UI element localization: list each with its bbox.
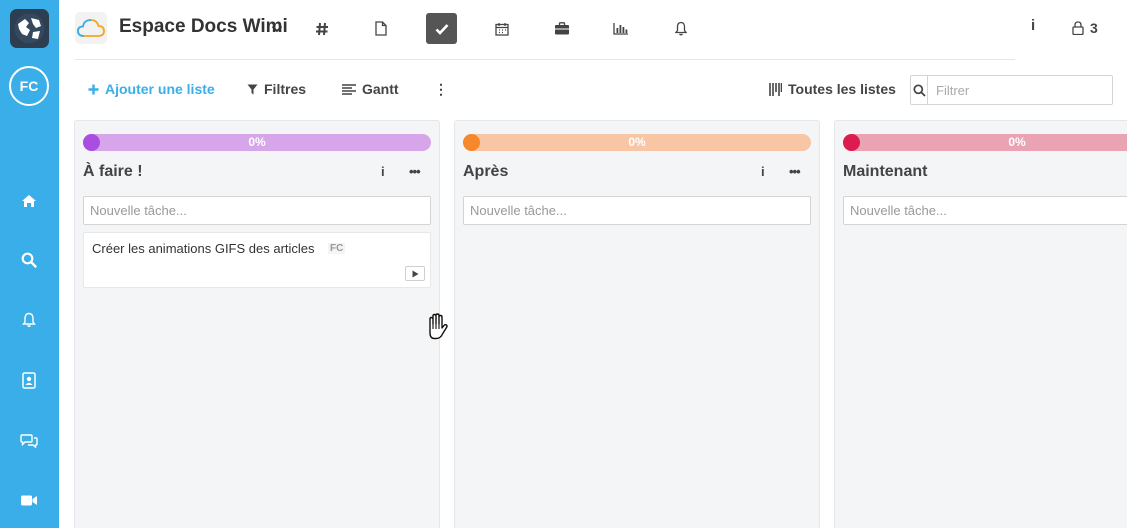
tab-stats[interactable] <box>605 13 636 44</box>
add-list-label: Ajouter une liste <box>105 81 215 97</box>
progress-bar: 0% <box>463 134 811 151</box>
chevron-down-icon[interactable] <box>271 20 283 38</box>
chat-icon[interactable] <box>18 429 40 451</box>
contacts-icon[interactable] <box>18 369 40 391</box>
briefcase-icon <box>554 22 569 35</box>
tab-briefcase[interactable] <box>546 13 577 44</box>
funnel-icon <box>247 84 258 94</box>
list-title[interactable]: À faire ! <box>83 163 143 181</box>
search-icon <box>912 83 926 97</box>
progress-bar: 0% <box>843 134 1127 151</box>
bell-icon[interactable] <box>18 309 40 331</box>
top-header: Espace Docs Wimi i 3 <box>59 0 1127 60</box>
search-icon[interactable] <box>18 249 40 271</box>
hash-icon <box>315 22 328 35</box>
task-assignee: FC <box>328 243 346 254</box>
filters-label: Filtres <box>264 81 307 97</box>
tab-calendar[interactable] <box>486 13 517 44</box>
search-button[interactable] <box>911 76 928 104</box>
gantt-icon <box>342 83 356 95</box>
new-task-input[interactable] <box>843 196 1127 225</box>
list-column-todo: 0% À faire ! i ••• Créer les animations … <box>74 120 440 528</box>
more-options-button[interactable]: ⋮ <box>434 81 448 98</box>
progress-label: 0% <box>628 135 646 149</box>
list-column-after: 0% Après i ••• <box>454 120 820 528</box>
info-icon[interactable]: i <box>1031 17 1035 34</box>
progress-bar: 0% <box>83 134 431 151</box>
list-more-icon[interactable]: ••• <box>789 164 801 179</box>
progress-label: 0% <box>1008 135 1026 149</box>
filter-search <box>910 75 1113 105</box>
calendar-icon <box>494 22 509 36</box>
filter-input[interactable] <box>928 76 1112 104</box>
task-card[interactable]: Créer les animations GIFS des articles F… <box>83 232 431 288</box>
new-task-input[interactable] <box>463 196 811 225</box>
tab-hash[interactable] <box>306 13 337 44</box>
hand-cursor-icon <box>429 313 448 340</box>
workspace-logo[interactable] <box>10 9 49 48</box>
add-list-button[interactable]: Ajouter une liste <box>88 81 215 97</box>
left-sidebar: FC <box>0 0 59 528</box>
list-title[interactable]: Après <box>463 163 508 181</box>
list-info-icon[interactable]: i <box>761 164 765 179</box>
task-title: Créer les animations GIFS des articles <box>92 241 315 256</box>
new-task-input[interactable] <box>83 196 431 225</box>
checkmark-icon <box>435 23 448 35</box>
list-more-icon[interactable]: ••• <box>409 164 421 179</box>
gantt-label: Gantt <box>362 81 399 97</box>
globe-logo-icon <box>14 13 45 44</box>
list-title[interactable]: Maintenant <box>843 163 927 181</box>
play-icon <box>412 270 418 277</box>
all-lists-label: Toutes les listes <box>788 81 896 97</box>
user-avatar[interactable]: FC <box>9 66 49 106</box>
list-column-now: 0% Maintenant <box>834 120 1127 528</box>
cloud-app-icon <box>75 12 107 44</box>
tab-documents[interactable] <box>365 13 396 44</box>
app-window: FC Espace Docs Wimi i 3 Ajouter une list… <box>0 0 1127 528</box>
member-count: 3 <box>1090 20 1098 36</box>
vertical-dots-icon: ⋮ <box>434 81 448 97</box>
header-divider <box>75 59 1015 60</box>
all-lists-button[interactable]: Toutes les listes <box>769 81 896 97</box>
columns-icon <box>769 82 782 96</box>
bell-icon <box>674 21 687 36</box>
tab-notifications[interactable] <box>665 13 696 44</box>
bar-chart-icon <box>612 23 628 35</box>
task-play-button[interactable] <box>405 266 425 281</box>
video-icon[interactable] <box>18 489 40 511</box>
list-info-icon[interactable]: i <box>381 164 385 179</box>
lock-user-icon <box>1072 21 1084 35</box>
gantt-button[interactable]: Gantt <box>342 81 399 97</box>
home-icon[interactable] <box>18 190 40 212</box>
document-icon <box>374 21 387 36</box>
space-title[interactable]: Espace Docs Wimi <box>119 16 288 38</box>
filters-button[interactable]: Filtres <box>247 81 306 97</box>
members-button[interactable]: 3 <box>1072 20 1098 36</box>
progress-label: 0% <box>248 135 266 149</box>
plus-icon <box>88 84 99 94</box>
tab-tasks[interactable] <box>426 13 457 44</box>
